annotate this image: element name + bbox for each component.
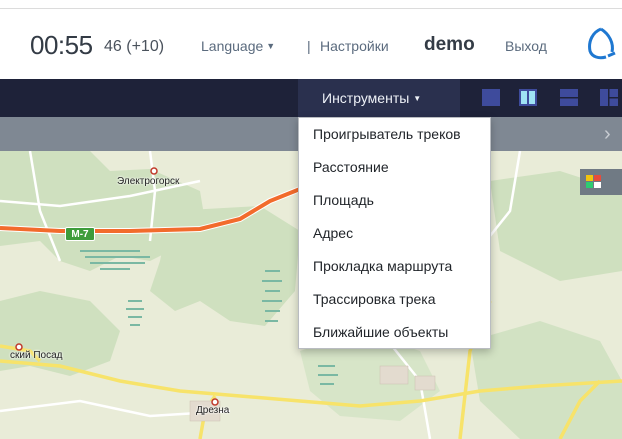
menu-item-track-player[interactable]: Проигрыватель треков [299, 118, 490, 151]
menu-item-area[interactable]: Площадь [299, 184, 490, 217]
brand-logo-icon[interactable] [584, 26, 618, 60]
language-label: Language [201, 38, 264, 54]
map-label-town: ский Посад [10, 350, 63, 361]
header-divider [0, 8, 622, 9]
header: 00:55 46 (+10) Language ▼ | Настройки dem… [0, 20, 622, 70]
nav-bar: Инструменты ▼ [0, 79, 622, 117]
logout-link[interactable]: Выход [505, 38, 547, 54]
menu-item-address[interactable]: Адрес [299, 217, 490, 250]
tools-menu-label: Инструменты [322, 90, 410, 106]
map-layers-icon [586, 175, 601, 188]
caret-down-icon: ▼ [413, 94, 422, 103]
clock-seconds: 46 (+10) [104, 38, 165, 55]
tools-menu-button[interactable]: Инструменты ▼ [298, 79, 460, 117]
road-badge: M-7 [65, 227, 95, 241]
map-label-town: Электрогорск [117, 176, 180, 187]
menu-item-route-planning[interactable]: Прокладка маршрута [299, 250, 490, 283]
menu-item-track-tracing[interactable]: Трассировка трека [299, 283, 490, 316]
clock-time: 00:55 [30, 30, 93, 60]
map-layers-control[interactable] [580, 169, 622, 195]
layout-quad-icon[interactable] [600, 89, 618, 106]
map-label-town: Дрезна [196, 405, 230, 416]
menu-item-distance[interactable]: Расстояние [299, 151, 490, 184]
tools-dropdown-menu: Проигрыватель треков Расстояние Площадь … [298, 117, 491, 349]
layout-split-horizontal-icon[interactable] [560, 89, 578, 106]
layout-single-icon[interactable] [482, 89, 500, 106]
settings-link[interactable]: Настройки [320, 38, 389, 54]
language-menu[interactable]: Language ▼ [201, 38, 275, 54]
user-name[interactable]: demo [424, 34, 475, 56]
layout-split-vertical-icon[interactable] [519, 89, 537, 106]
chevron-right-icon[interactable]: › [604, 123, 611, 146]
caret-down-icon: ▼ [266, 41, 276, 51]
menu-item-nearest-objects[interactable]: Ближайшие объекты [299, 316, 490, 349]
header-separator: | [307, 38, 311, 54]
